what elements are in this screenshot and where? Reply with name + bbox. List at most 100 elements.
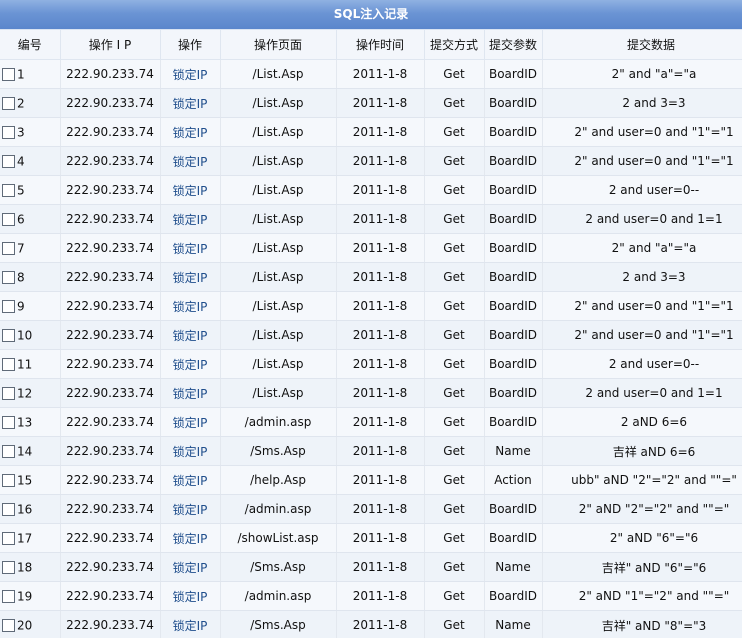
row-checkbox[interactable] [2, 444, 15, 458]
row-action-cell: 锁定IP [160, 59, 221, 89]
row-checkbox[interactable] [2, 473, 15, 487]
row-time: 2011-1-8 [336, 523, 425, 553]
row-checkbox[interactable] [2, 560, 15, 574]
row-checkbox[interactable] [2, 299, 15, 313]
lock-ip-link[interactable]: 锁定IP [173, 68, 208, 82]
lock-ip-link[interactable]: 锁定IP [173, 329, 208, 343]
row-ip: 222.90.233.74 [60, 320, 161, 350]
row-method: Get [424, 320, 485, 350]
row-page: /Sms.Asp [220, 610, 337, 638]
lock-ip-link[interactable]: 锁定IP [173, 590, 208, 604]
table-row: 3 222.90.233.74 锁定IP/List.Asp 2011-1-8 Get Bo… [0, 117, 742, 147]
lock-ip-link[interactable]: 锁定IP [173, 97, 208, 111]
lock-ip-link[interactable]: 锁定IP [173, 445, 208, 459]
row-checkbox[interactable] [2, 154, 15, 168]
row-param: BoardID [484, 349, 543, 379]
row-id: 14 [17, 444, 33, 459]
row-method: Get [424, 146, 485, 176]
row-param: Name [484, 552, 543, 582]
row-checkbox[interactable] [2, 618, 15, 632]
row-ip: 222.90.233.74 [60, 436, 161, 466]
row-checkbox[interactable] [2, 328, 15, 342]
row-action-cell: 锁定IP [160, 407, 221, 437]
lock-ip-link[interactable]: 锁定IP [173, 619, 208, 633]
row-action-cell: 锁定IP [160, 262, 221, 292]
row-ip: 222.90.233.74 [60, 494, 161, 524]
lock-ip-link[interactable]: 锁定IP [173, 474, 208, 488]
row-checkbox[interactable] [2, 415, 15, 429]
row-checkbox[interactable] [2, 125, 15, 139]
lock-ip-link[interactable]: 锁定IP [173, 561, 208, 575]
row-data: 2 and 3=3 [542, 262, 742, 292]
row-id: 11 [17, 357, 33, 372]
row-data: 2" aND "2"="2" and ""=" [542, 494, 742, 524]
row-param: BoardID [484, 291, 543, 321]
row-time: 2011-1-8 [336, 465, 425, 495]
row-param: BoardID [484, 88, 543, 118]
lock-ip-link[interactable]: 锁定IP [173, 387, 208, 401]
row-page: /List.Asp [220, 233, 337, 263]
row-data: 吉祥" aND "6"="6 [542, 552, 742, 582]
row-action-cell: 锁定IP [160, 349, 221, 379]
row-checkbox[interactable] [2, 67, 15, 81]
row-id: 15 [17, 473, 33, 488]
lock-ip-link[interactable]: 锁定IP [173, 300, 208, 314]
row-method: Get [424, 494, 485, 524]
row-id: 1 [17, 67, 25, 82]
row-data: 2" and "a"="a [542, 233, 742, 263]
row-page: /help.Asp [220, 465, 337, 495]
lock-ip-link[interactable]: 锁定IP [173, 155, 208, 169]
header-param: 提交参数 [484, 30, 543, 60]
row-action-cell: 锁定IP [160, 88, 221, 118]
lock-ip-link[interactable]: 锁定IP [173, 503, 208, 517]
row-checkbox[interactable] [2, 183, 15, 197]
row-ip: 222.90.233.74 [60, 233, 161, 263]
lock-ip-link[interactable]: 锁定IP [173, 416, 208, 430]
row-data: 2 and user=0 and 1=1 [542, 378, 742, 408]
row-action-cell: 锁定IP [160, 552, 221, 582]
row-checkbox[interactable] [2, 241, 15, 255]
lock-ip-link[interactable]: 锁定IP [173, 213, 208, 227]
row-checkbox[interactable] [2, 502, 15, 516]
row-checkbox[interactable] [2, 96, 15, 110]
row-ip: 222.90.233.74 [60, 117, 161, 147]
table-row: 20 222.90.233.74 锁定IP/Sms.Asp 2011-1-8 Get Na… [0, 610, 742, 638]
lock-ip-link[interactable]: 锁定IP [173, 126, 208, 140]
row-checkbox[interactable] [2, 357, 15, 371]
row-ip: 222.90.233.74 [60, 552, 161, 582]
row-time: 2011-1-8 [336, 581, 425, 611]
row-param: BoardID [484, 59, 543, 89]
table-row: 19 222.90.233.74 锁定IP/admin.asp 2011-1-8 Get… [0, 581, 742, 611]
table-row: 9 222.90.233.74 锁定IP/List.Asp 2011-1-8 Get Bo… [0, 291, 742, 321]
row-param: Name [484, 436, 543, 466]
row-checkbox[interactable] [2, 270, 15, 284]
table-row: 2 222.90.233.74 锁定IP/List.Asp 2011-1-8 Get Bo… [0, 88, 742, 118]
lock-ip-link[interactable]: 锁定IP [173, 358, 208, 372]
row-time: 2011-1-8 [336, 436, 425, 466]
lock-ip-link[interactable]: 锁定IP [173, 532, 208, 546]
row-checkbox[interactable] [2, 589, 15, 603]
row-id-cell: 9 [0, 291, 61, 321]
table-row: 15 222.90.233.74 锁定IP/help.Asp 2011-1-8 Get A… [0, 465, 742, 495]
row-data: 2" aND "6"="6 [542, 523, 742, 553]
row-method: Get [424, 88, 485, 118]
row-id-cell: 8 [0, 262, 61, 292]
lock-ip-link[interactable]: 锁定IP [173, 242, 208, 256]
row-page: /Sms.Asp [220, 436, 337, 466]
row-checkbox[interactable] [2, 386, 15, 400]
row-time: 2011-1-8 [336, 88, 425, 118]
row-data: 2 aND 6=6 [542, 407, 742, 437]
row-action-cell: 锁定IP [160, 233, 221, 263]
row-checkbox[interactable] [2, 212, 15, 226]
row-checkbox[interactable] [2, 531, 15, 545]
row-ip: 222.90.233.74 [60, 204, 161, 234]
lock-ip-link[interactable]: 锁定IP [173, 184, 208, 198]
row-time: 2011-1-8 [336, 175, 425, 205]
row-page: /Sms.Asp [220, 552, 337, 582]
row-action-cell: 锁定IP [160, 291, 221, 321]
header-action: 操作 [160, 30, 221, 60]
lock-ip-link[interactable]: 锁定IP [173, 271, 208, 285]
row-id-cell: 5 [0, 175, 61, 205]
row-page: /List.Asp [220, 320, 337, 350]
row-param: Name [484, 610, 543, 638]
